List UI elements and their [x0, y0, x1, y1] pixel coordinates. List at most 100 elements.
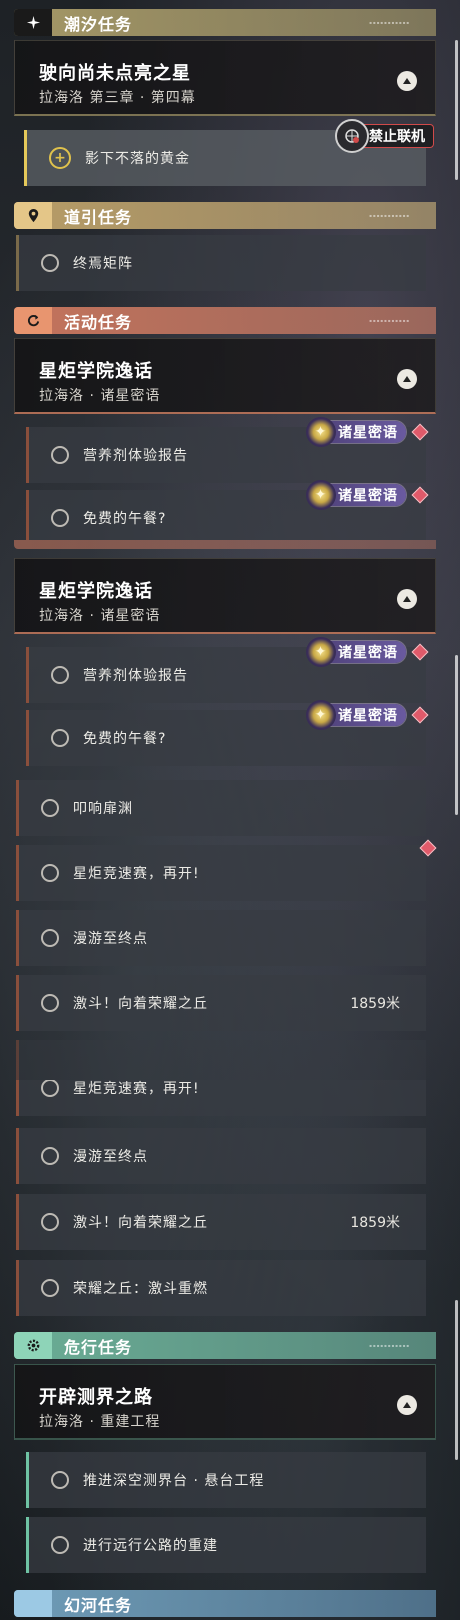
category-decoration: ▪▪▪▪▪▪▪▪▪▪▪ — [369, 213, 410, 218]
category-header-next[interactable]: 幻河任务 — [14, 1590, 436, 1617]
objective-label: 影下不落的黄金 — [85, 151, 190, 167]
panel-bottom: 星炬竞速赛，再开! 漫游至终点 激斗！向着荣耀之丘 1859米 荣耀之丘：激斗重… — [0, 1080, 460, 1620]
quest-title: 星炬学院逸话 — [39, 581, 153, 602]
badge-label: 诸星密语 — [338, 425, 398, 441]
category-header-danger[interactable]: 危行任务 ▪▪▪▪▪▪▪▪▪▪▪ — [14, 1332, 436, 1359]
item-label: 漫游至终点 — [73, 1149, 148, 1165]
collapse-button[interactable] — [397, 71, 417, 91]
radio-circle-icon — [41, 864, 59, 882]
radio-circle-icon — [41, 1147, 59, 1165]
radio-circle-icon — [51, 1471, 69, 1489]
item-label: 星炬竞速赛，再开! — [73, 1081, 200, 1097]
quest-subtitle: 拉海洛 · 诸星密语 — [39, 608, 161, 624]
list-item[interactable]: 星炬竞速赛，再开! — [16, 1080, 426, 1116]
star-badge-icon: ✦ — [306, 700, 336, 730]
radio-circle-icon — [41, 994, 59, 1012]
event-badge: ✦ 诸星密语 — [306, 480, 406, 510]
quest-header[interactable]: 星炬学院逸话 拉海洛 · 诸星密语 — [14, 338, 436, 414]
item-label: 进行远行公路的重建 — [83, 1538, 218, 1554]
radio-circle-icon — [51, 509, 69, 527]
category-header-guide[interactable]: 道引任务 ▪▪▪▪▪▪▪▪▪▪▪ — [14, 202, 436, 229]
quest-header[interactable]: 星炬学院逸话 拉海洛 · 诸星密语 — [14, 558, 436, 634]
badge-label: 诸星密语 — [338, 708, 398, 724]
plus-circle-icon: + — [49, 147, 71, 169]
radio-circle-icon — [41, 1279, 59, 1297]
category-label: 危行任务 — [64, 1337, 133, 1357]
quest-title: 驶向尚未点亮之星 — [39, 63, 191, 84]
online-status-badge: 禁止联机 — [335, 119, 434, 153]
distance-label: 1859米 — [350, 1215, 400, 1231]
radio-circle-icon — [51, 666, 69, 684]
radio-circle-icon — [51, 1536, 69, 1554]
item-label: 星炬竞速赛，再开! — [73, 866, 200, 882]
radio-circle-icon — [41, 254, 59, 272]
category-label: 活动任务 — [64, 312, 133, 332]
list-item[interactable]: 漫游至终点 — [16, 910, 426, 966]
panel-top: 潮汐任务 ▪▪▪▪▪▪▪▪▪▪▪ 驶向尚未点亮之星 拉海洛 第三章 · 第四幕 … — [0, 0, 460, 540]
category-label: 道引任务 — [64, 207, 133, 227]
item-label: 推进深空测界台 · 悬台工程 — [83, 1473, 265, 1489]
item-label: 荣耀之丘：激斗重燃 — [73, 1281, 208, 1297]
distance-label: 1859米 — [350, 996, 400, 1012]
category-label: 幻河任务 — [64, 1595, 133, 1615]
gear-icon — [14, 1332, 52, 1359]
quest-header[interactable]: 开辟测界之路 拉海洛 · 重建工程 — [14, 1364, 436, 1440]
scrollbar[interactable] — [455, 1300, 458, 1460]
list-item[interactable]: 终焉矩阵 — [16, 235, 426, 291]
chevron-up-icon — [403, 78, 411, 84]
network-off-icon — [335, 119, 369, 153]
scrollbar[interactable] — [455, 655, 458, 815]
category-header-activity — [14, 540, 436, 549]
scrollbar[interactable] — [455, 40, 458, 180]
list-item[interactable]: 叩响扉渊 — [16, 780, 426, 836]
star-badge-icon: ✦ — [306, 480, 336, 510]
badge-label: 诸星密语 — [338, 488, 398, 504]
item-label: 营养剂体验报告 — [83, 448, 188, 464]
radio-circle-icon — [41, 799, 59, 817]
quest-title: 星炬学院逸话 — [39, 361, 153, 382]
item-label: 终焉矩阵 — [73, 256, 133, 272]
event-badge: ✦ 诸星密语 — [306, 417, 406, 447]
radio-circle-icon — [51, 446, 69, 464]
radio-circle-icon — [41, 1080, 59, 1097]
event-badge: ✦ 诸星密语 — [306, 700, 406, 730]
item-label: 激斗！向着荣耀之丘 — [73, 1215, 208, 1231]
category-decoration: ▪▪▪▪▪▪▪▪▪▪▪ — [369, 20, 410, 25]
list-item[interactable]: 漫游至终点 — [16, 1128, 426, 1184]
list-item[interactable]: 激斗！向着荣耀之丘 1859米 — [16, 975, 426, 1031]
item-label: 叩响扉渊 — [73, 801, 133, 817]
location-pin-icon — [14, 202, 52, 229]
category-header-tide[interactable]: 潮汐任务 ▪▪▪▪▪▪▪▪▪▪▪ — [14, 9, 436, 36]
item-label: 免费的午餐? — [83, 731, 167, 747]
quest-subtitle: 拉海洛 · 诸星密语 — [39, 388, 161, 404]
online-status-label: 禁止联机 — [369, 129, 425, 145]
collapse-button[interactable] — [397, 369, 417, 389]
collapse-button[interactable] — [397, 1395, 417, 1415]
item-label: 免费的午餐? — [83, 511, 167, 527]
category-decoration: ▪▪▪▪▪▪▪▪▪▪▪ — [369, 1343, 410, 1348]
list-item[interactable]: 荣耀之丘：激斗重燃 — [16, 1260, 426, 1316]
list-item[interactable]: 激斗！向着荣耀之丘 1859米 — [16, 1194, 426, 1250]
quest-header[interactable]: 驶向尚未点亮之星 拉海洛 第三章 · 第四幕 — [14, 40, 436, 116]
item-label: 激斗！向着荣耀之丘 — [73, 996, 208, 1012]
list-item[interactable]: 星炬竞速赛，再开! — [16, 845, 426, 901]
list-item[interactable]: 推进深空测界台 · 悬台工程 — [26, 1452, 426, 1508]
radio-circle-icon — [41, 929, 59, 947]
category-label: 潮汐任务 — [64, 14, 133, 34]
chevron-up-icon — [403, 1402, 411, 1408]
star-badge-icon: ✦ — [306, 637, 336, 667]
category-icon — [14, 1590, 52, 1617]
event-badge: ✦ 诸星密语 — [306, 637, 406, 667]
item-label: 营养剂体验报告 — [83, 668, 188, 684]
collapse-button[interactable] — [397, 589, 417, 609]
quest-title: 开辟测界之路 — [39, 1387, 153, 1408]
category-header-activity[interactable]: 活动任务 ▪▪▪▪▪▪▪▪▪▪▪ — [14, 307, 436, 334]
item-label: 漫游至终点 — [73, 931, 148, 947]
category-decoration: ▪▪▪▪▪▪▪▪▪▪▪ — [369, 318, 410, 323]
star-badge-icon: ✦ — [306, 417, 336, 447]
refresh-icon — [14, 307, 52, 334]
quest-subtitle: 拉海洛 第三章 · 第四幕 — [39, 90, 196, 106]
list-item[interactable]: 进行远行公路的重建 — [26, 1517, 426, 1573]
panel-middle: 星炬学院逸话 拉海洛 · 诸星密语 营养剂体验报告 ✦ 诸星密语 免费的午餐? … — [0, 540, 460, 1080]
chevron-up-icon — [403, 596, 411, 602]
